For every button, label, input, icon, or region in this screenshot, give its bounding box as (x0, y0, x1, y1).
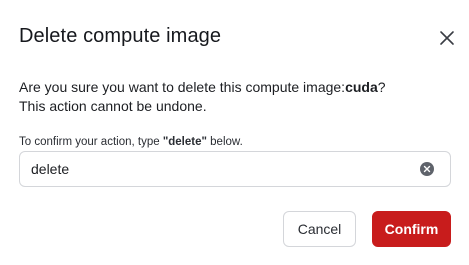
delete-image-dialog: Delete compute image Are you sure you wa… (0, 0, 469, 265)
dialog-title: Delete compute image (19, 25, 222, 47)
confirm-prompt: To confirm your action, type "delete" be… (19, 135, 243, 150)
close-icon (440, 31, 454, 45)
dialog-message: Are you sure you want to delete this com… (19, 78, 449, 116)
confirm-input[interactable] (31, 152, 411, 186)
cancel-button[interactable]: Cancel (283, 211, 356, 247)
confirm-button[interactable]: Confirm (372, 211, 451, 247)
confirm-prompt-suffix: below. (206, 136, 243, 148)
confirm-prompt-prefix: To confirm your action, type (19, 136, 163, 148)
confirm-input-wrapper (19, 151, 451, 187)
message-warning: This action cannot be undone. (19, 98, 207, 114)
confirm-keyword: "delete" (162, 136, 207, 148)
message-prefix: Are you sure you want to delete this com… (19, 79, 346, 95)
message-suffix: ? (377, 79, 386, 95)
clear-input-button[interactable] (420, 162, 434, 176)
clear-circle-icon (423, 165, 431, 173)
image-name: cuda (345, 79, 378, 95)
close-button[interactable] (434, 25, 460, 51)
